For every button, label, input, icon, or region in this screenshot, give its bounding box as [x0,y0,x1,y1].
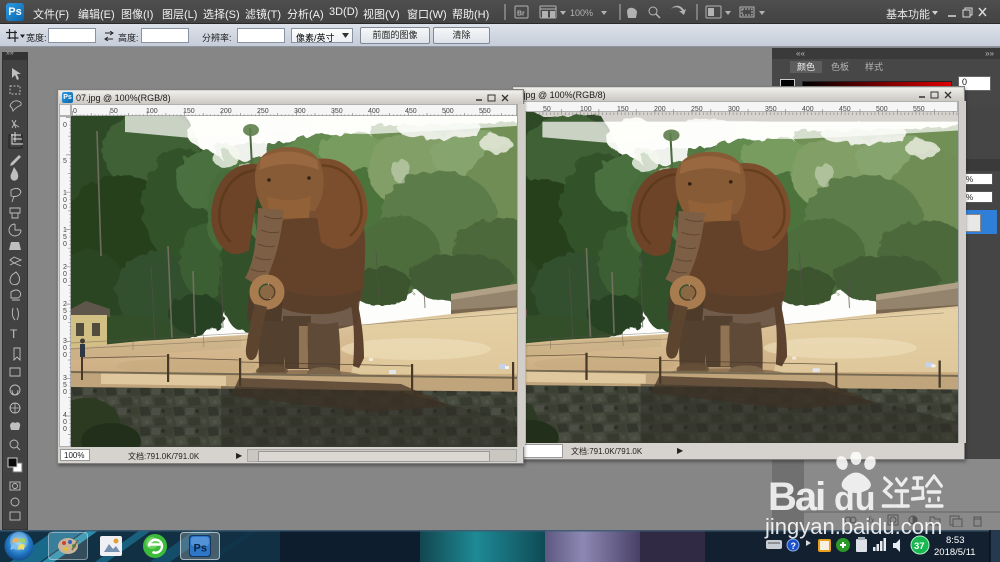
svg-text:Ps: Ps [194,543,207,555]
svg-text:2018/5/11: 2018/5/11 [934,547,976,558]
svg-text:2: 2 [63,264,67,271]
svg-text:5: 5 [63,158,67,165]
svg-text:0: 0 [63,345,67,352]
svg-text:550: 550 [479,108,491,115]
svg-text:0: 0 [63,426,67,433]
svg-text:450: 450 [405,108,417,115]
svg-text:4: 4 [63,412,67,419]
svg-text:T: T [10,327,18,341]
svg-text:37: 37 [914,541,925,552]
svg-text:0: 0 [63,389,67,396]
svg-text:300: 300 [294,108,306,115]
svg-text:0: 0 [63,271,67,278]
svg-text:400: 400 [368,108,380,115]
svg-text:0: 0 [63,419,67,426]
svg-text:500: 500 [442,108,454,115]
svg-text:2: 2 [63,301,67,308]
svg-text:0: 0 [63,278,67,285]
svg-text:?: ? [791,541,797,551]
svg-text:100%: 100% [570,8,593,18]
svg-text:5: 5 [63,234,67,241]
svg-text:0: 0 [63,122,67,129]
svg-text:5: 5 [63,382,67,389]
svg-text:350: 350 [331,108,343,115]
svg-text:100: 100 [146,108,158,115]
svg-text:0: 0 [63,197,67,204]
svg-text:8:53: 8:53 [946,535,965,546]
svg-text:1: 1 [63,190,67,197]
svg-text:0: 0 [63,315,67,322]
svg-text:0: 0 [63,352,67,359]
svg-text:1: 1 [63,227,67,234]
svg-text:0: 0 [63,241,67,248]
svg-text:0: 0 [63,204,67,211]
svg-text:50: 50 [110,108,118,115]
svg-text:Br: Br [517,11,525,18]
svg-text:0: 0 [73,108,77,115]
svg-text:5: 5 [63,308,67,315]
svg-text:Bai: Bai [768,475,824,519]
